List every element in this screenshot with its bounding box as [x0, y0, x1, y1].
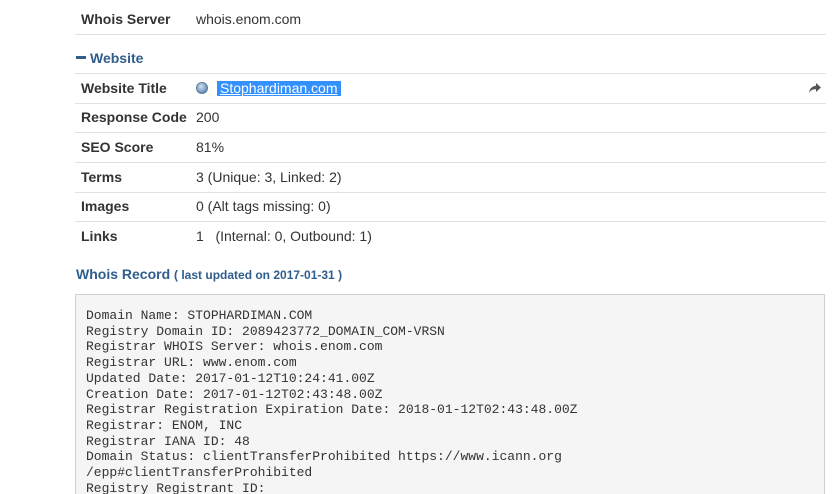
response-code-label: Response Code — [81, 109, 187, 125]
whois-line: Registrar: ENOM, INC — [86, 417, 243, 433]
website-title-link[interactable]: Stophardiman.com — [217, 81, 341, 96]
whois-line: /epp#clientTransferProhibited — [86, 465, 313, 481]
page: Whois Server whois.enom.com Website Webs… — [0, 0, 835, 494]
whois-line: Registry Registrant ID: — [86, 480, 266, 494]
response-code-value: 200 — [196, 109, 220, 125]
links-value: 1 (Internal: 0, Outbound: 1) — [196, 228, 372, 244]
terms-label: Terms — [81, 169, 122, 185]
whois-line: Registry Domain ID: 2089423772_DOMAIN_CO… — [86, 323, 445, 339]
website-section-title: Website — [90, 50, 144, 66]
website-title-label: Website Title — [81, 80, 167, 96]
whois-updated-note: ( last updated on 2017-01-31 ) — [174, 268, 343, 282]
whois-line: Domain Status: clientTransferProhibited … — [86, 449, 562, 465]
terms-row: Terms 3 (Unique: 3, Linked: 2) — [75, 163, 826, 193]
globe-icon — [196, 82, 208, 94]
whois-record-text: Domain Name: STOPHARDIMAN.COM Registry D… — [76, 295, 824, 494]
whois-server-value: whois.enom.com — [196, 11, 302, 27]
images-label: Images — [81, 198, 130, 214]
website-title-row: Website Title Stophardiman.com — [75, 73, 826, 104]
whois-record-box[interactable]: Domain Name: STOPHARDIMAN.COM Registry D… — [75, 294, 825, 494]
response-code-row: Response Code 200 — [75, 103, 826, 133]
whois-line: Registrar URL: www.enom.com — [86, 355, 297, 371]
seo-score-row: SEO Score 81% — [75, 133, 826, 163]
whois-line: Registrar Registration Expiration Date: … — [86, 402, 578, 418]
seo-score-value: 81% — [196, 139, 225, 155]
share-arrow-icon[interactable] — [808, 82, 822, 94]
whois-record-heading: Whois Record ( last updated on 2017-01-3… — [76, 266, 342, 284]
images-value: 0 (Alt tags missing: 0) — [196, 198, 331, 214]
minus-icon — [76, 55, 86, 59]
seo-score-label: SEO Score — [81, 139, 154, 155]
whois-server-row: Whois Server whois.enom.com — [75, 5, 826, 35]
links-row: Links 1 (Internal: 0, Outbound: 1) — [75, 222, 826, 251]
whois-record-title: Whois Record — [76, 266, 171, 282]
links-label: Links — [81, 228, 118, 244]
images-row: Images 0 (Alt tags missing: 0) — [75, 192, 826, 222]
whois-line: Updated Date: 2017-01-12T10:24:41.00Z — [86, 370, 375, 386]
whois-line: Registrar IANA ID: 48 — [86, 433, 250, 449]
whois-server-label: Whois Server — [81, 11, 171, 27]
terms-value: 3 (Unique: 3, Linked: 2) — [196, 169, 342, 185]
whois-line: Registrar WHOIS Server: whois.enom.com — [86, 339, 383, 355]
website-section-toggle[interactable]: Website — [76, 50, 143, 67]
whois-line: Creation Date: 2017-01-12T02:43:48.00Z — [86, 386, 383, 402]
whois-line: Domain Name: STOPHARDIMAN.COM — [86, 308, 313, 323]
